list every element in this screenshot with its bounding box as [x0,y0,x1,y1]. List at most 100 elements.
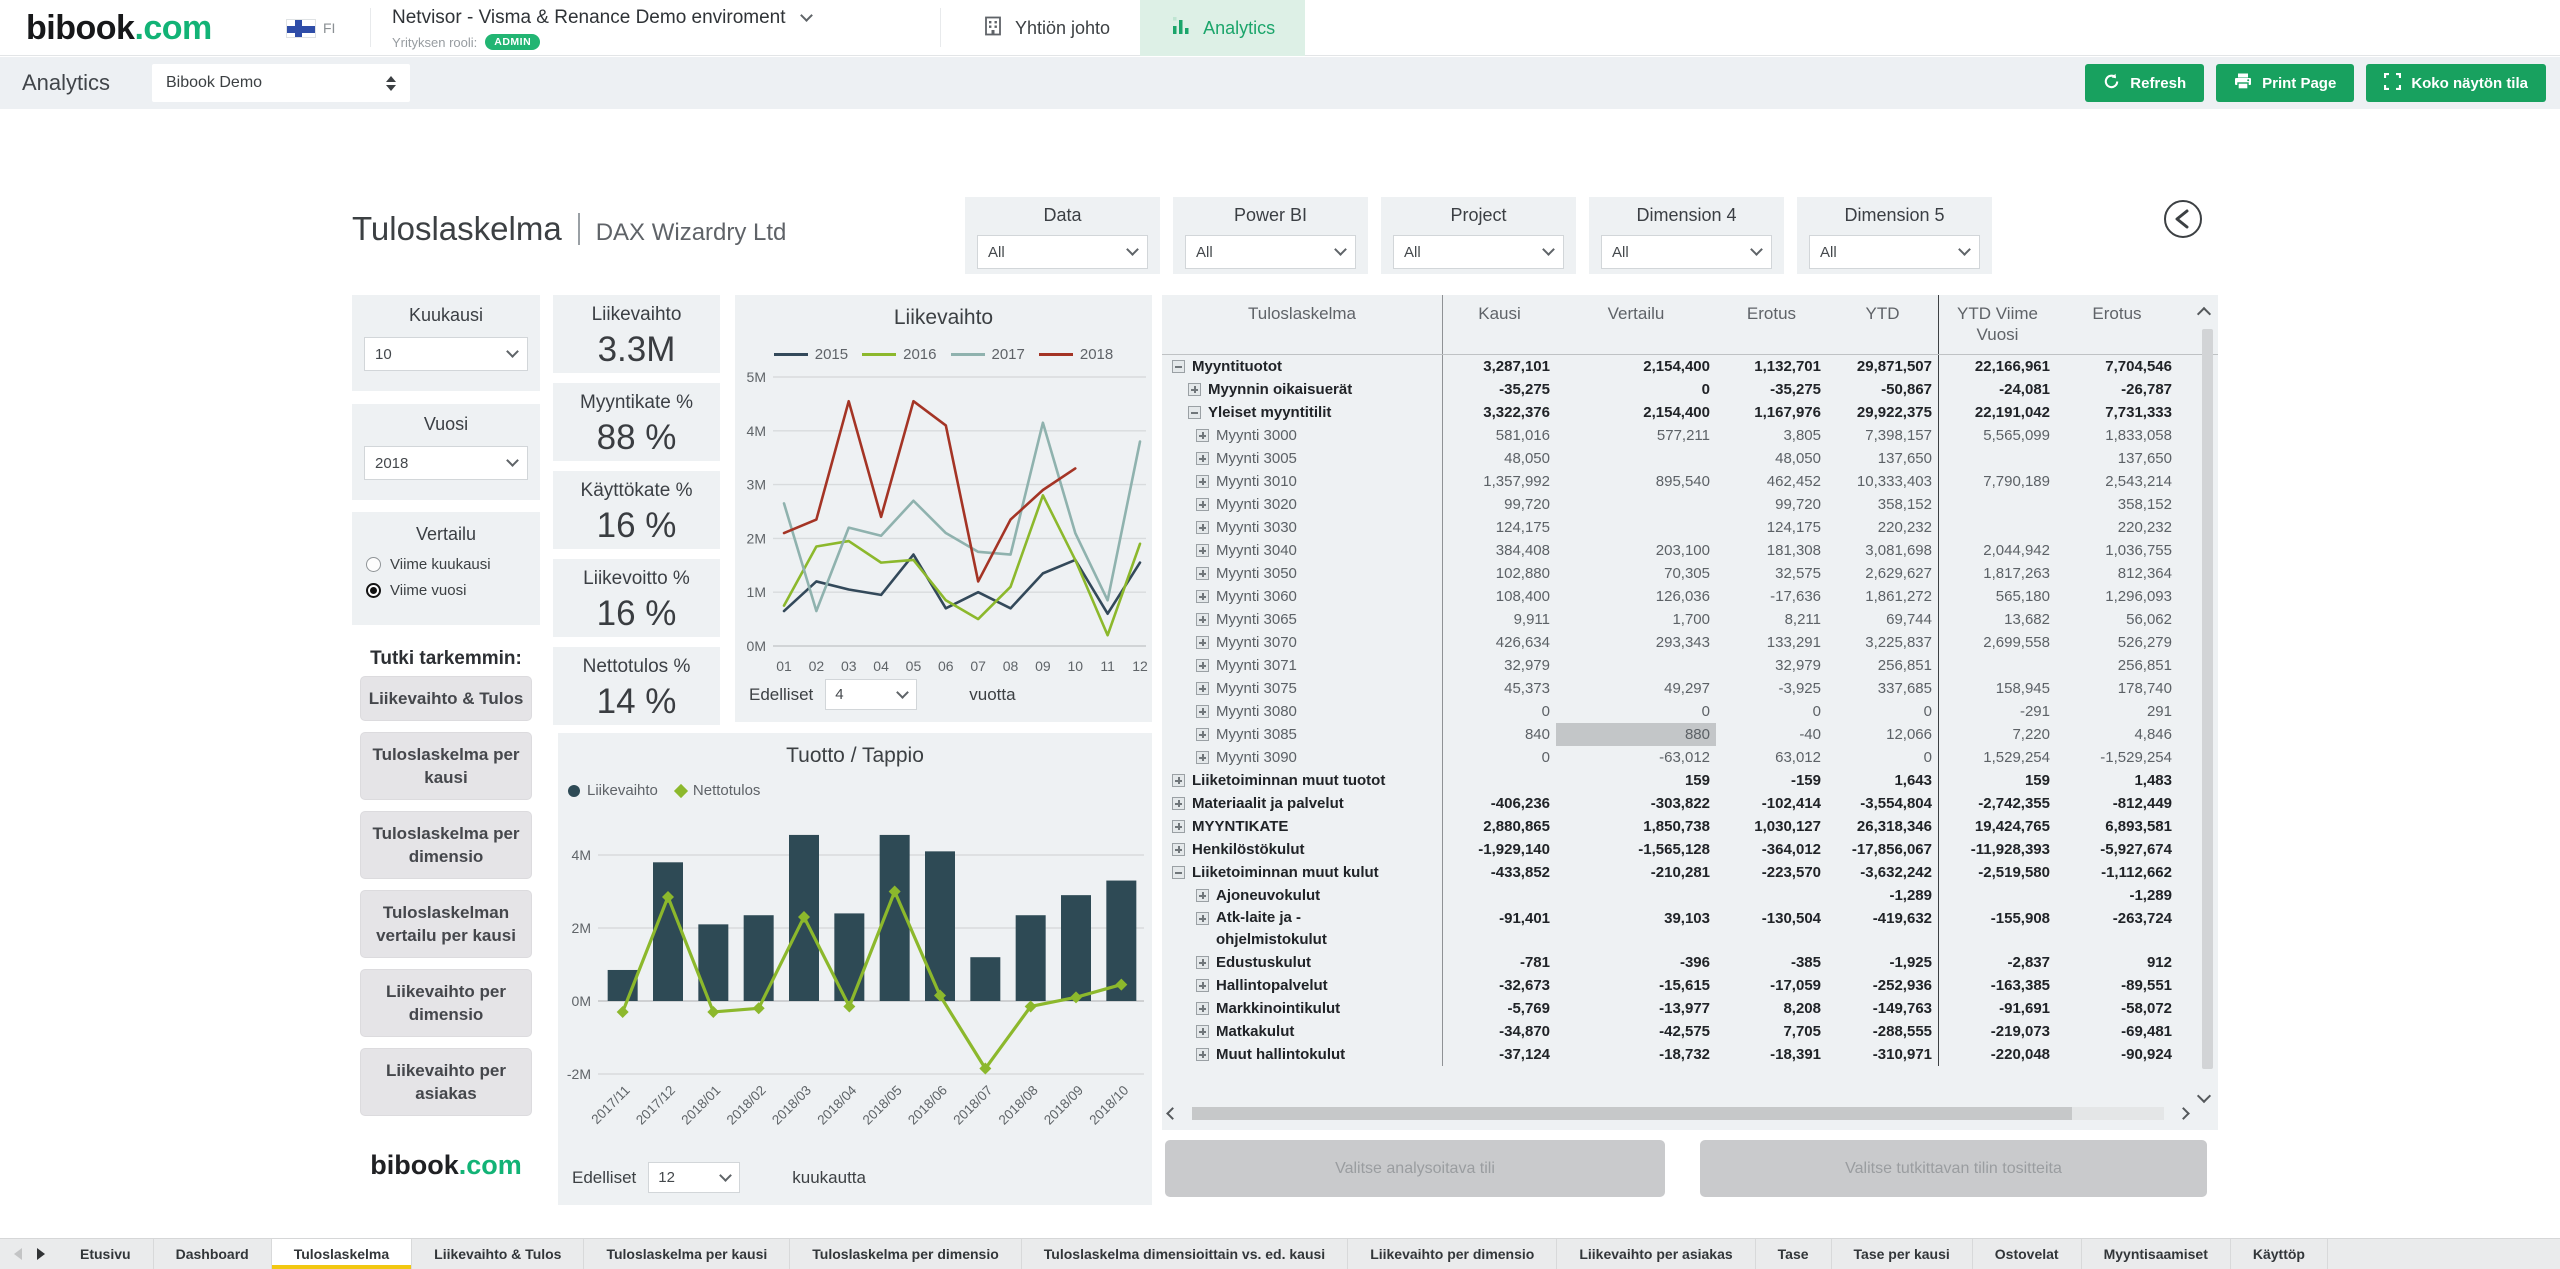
report-tab-tase-per-kausi[interactable]: Tase per kausi [1832,1239,1973,1269]
report-tab-liikevaihto-tulos[interactable]: Liikevaihto & Tulos [412,1239,584,1269]
expand-icon[interactable] [1196,1002,1209,1015]
scroll-left-icon[interactable] [1166,1107,1179,1120]
explore-button-liikevaihto-per-dimensio[interactable]: Liikevaihto per dimensio [360,969,532,1037]
report-tab-dashboard[interactable]: Dashboard [154,1239,272,1269]
scroll-down-icon[interactable] [2197,1089,2211,1103]
expand-icon[interactable] [1196,452,1209,465]
expand-icon[interactable] [1196,751,1209,764]
bibook-logo[interactable]: bibook.com [26,0,212,56]
radio-selected-icon[interactable] [366,583,381,598]
top-tab-analytics[interactable]: Analytics [1140,0,1305,56]
vertical-scrollbar[interactable] [2202,329,2213,1069]
filter-select-data[interactable]: All [977,235,1148,269]
radio-option-viime-kuukausi[interactable]: Viime kuukausi [366,556,526,573]
legend-item-2016[interactable]: 2016 [862,346,936,363]
cell-ytd: 69,744 [1827,608,1938,631]
environment-selector[interactable]: Netvisor - Visma & Renance Demo envirome… [392,7,932,50]
tabs-prev-icon[interactable] [14,1248,22,1260]
top-tab-yhti-n-johto[interactable]: Yhtiön johto [952,0,1140,56]
column-header-kausi[interactable]: Kausi [1442,295,1556,354]
explore-button-tuloslaskelma-per-kausi[interactable]: Tuloslaskelma per kausi [360,732,532,800]
legend-item-nettotulos[interactable]: Nettotulos [676,782,761,799]
expand-icon[interactable] [1196,956,1209,969]
expand-icon[interactable] [1196,728,1209,741]
report-tab-tuloslaskelma[interactable]: Tuloslaskelma [272,1239,412,1269]
radio-icon[interactable] [366,557,381,572]
report-tab-ostovelat[interactable]: Ostovelat [1973,1239,2082,1269]
year-select[interactable]: 2018 [364,446,528,480]
legend-item-2017[interactable]: 2017 [951,346,1025,363]
report-tab-k-ytt-p[interactable]: Käyttöp [2231,1239,2328,1269]
expand-icon[interactable] [1196,544,1209,557]
select-account-button[interactable]: Valitse analysoitava tili [1165,1140,1665,1197]
expand-icon[interactable] [1196,498,1209,511]
tabs-next-icon[interactable] [37,1248,45,1260]
explore-button-liikevaihto-tulos[interactable]: Liikevaihto & Tulos [360,676,532,721]
print-page-button[interactable]: Print Page [2216,64,2354,102]
report-tab-tuloslaskelma-dimensioittain-vs-ed-kausi[interactable]: Tuloslaskelma dimensioittain vs. ed. kau… [1022,1239,1348,1269]
expand-icon[interactable] [1196,429,1209,442]
select-vouchers-button[interactable]: Valitse tutkittavan tilin tositteita [1700,1140,2207,1197]
report-tab-tuloslaskelma-per-dimensio[interactable]: Tuloslaskelma per dimensio [790,1239,1021,1269]
filter-select-project[interactable]: All [1393,235,1564,269]
legend-item-2015[interactable]: 2015 [774,346,848,363]
expand-icon[interactable] [1196,912,1209,925]
expand-icon[interactable] [1196,682,1209,695]
column-header-tuloslaskelma[interactable]: Tuloslaskelma [1162,295,1442,354]
locale-switch[interactable]: FI [286,0,335,56]
expand-icon[interactable] [1172,774,1185,787]
expand-icon[interactable] [1196,613,1209,626]
radio-option-viime-vuosi[interactable]: Viime vuosi [366,582,526,599]
row-label: Hallintopalvelut [1216,974,1328,997]
refresh-icon [2103,73,2120,94]
expand-icon[interactable] [1188,383,1201,396]
filter-select-dimension-4[interactable]: All [1601,235,1772,269]
legend-item-2018[interactable]: 2018 [1039,346,1113,363]
legend-item-liikevaihto[interactable]: Liikevaihto [568,782,658,799]
expand-icon[interactable] [1196,1048,1209,1061]
scrollbar-thumb[interactable] [1192,1107,2072,1120]
period-select[interactable]: 4 [825,679,917,710]
expand-icon[interactable] [1196,475,1209,488]
workspace-select[interactable]: Bibook Demo [152,64,410,102]
column-header-ytd-viime-vuosi[interactable]: YTD Viime Vuosi [1938,295,2056,354]
expand-icon[interactable] [1196,636,1209,649]
report-tab-etusivu[interactable]: Etusivu [58,1239,154,1269]
expand-icon[interactable] [1196,590,1209,603]
koko-n-yt-n-tila-button[interactable]: Koko näytön tila [2366,64,2546,102]
month-select[interactable]: 10 [364,337,528,371]
cell-vertailu[interactable]: 880 [1556,723,1716,746]
expand-icon[interactable] [1196,659,1209,672]
report-tab-liikevaihto-per-dimensio[interactable]: Liikevaihto per dimensio [1348,1239,1557,1269]
expand-icon[interactable] [1196,889,1209,902]
report-tab-liikevaihto-per-asiakas[interactable]: Liikevaihto per asiakas [1557,1239,1755,1269]
refresh-button[interactable]: Refresh [2085,64,2204,102]
column-header-erotus-2[interactable]: Erotus [2056,295,2178,354]
expand-icon[interactable] [1172,820,1185,833]
expand-icon[interactable] [1196,1025,1209,1038]
scroll-right-icon[interactable] [2177,1107,2190,1120]
explore-button-tuloslaskelma-per-dimensio[interactable]: Tuloslaskelma per dimensio [360,811,532,879]
expand-icon[interactable] [1172,797,1185,810]
expand-icon[interactable] [1196,567,1209,580]
expand-icon[interactable] [1172,843,1185,856]
expand-icon[interactable] [1196,521,1209,534]
period-select[interactable]: 12 [648,1162,740,1193]
explore-button-tuloslaskelman-vertailu-per-kausi[interactable]: Tuloslaskelman vertailu per kausi [360,890,532,958]
column-header-vertailu[interactable]: Vertailu [1556,295,1716,354]
cell-ytd: 3,225,837 [1827,631,1938,654]
explore-button-liikevaihto-per-asiakas[interactable]: Liikevaihto per asiakas [360,1048,532,1116]
collapse-icon[interactable] [1188,406,1201,419]
column-header-erotus[interactable]: Erotus [1716,295,1827,354]
filter-select-power-bi[interactable]: All [1185,235,1356,269]
expand-icon[interactable] [1196,705,1209,718]
collapse-icon[interactable] [1172,360,1185,373]
report-tab-myyntisaamiset[interactable]: Myyntisaamiset [2082,1239,2231,1269]
report-tab-tase[interactable]: Tase [1756,1239,1832,1269]
column-header-ytd[interactable]: YTD [1827,295,1938,354]
expand-icon[interactable] [1196,979,1209,992]
collapse-icon[interactable] [1172,866,1185,879]
report-tab-tuloslaskelma-per-kausi[interactable]: Tuloslaskelma per kausi [584,1239,790,1269]
back-button[interactable] [2160,196,2206,242]
filter-select-dimension-5[interactable]: All [1809,235,1980,269]
